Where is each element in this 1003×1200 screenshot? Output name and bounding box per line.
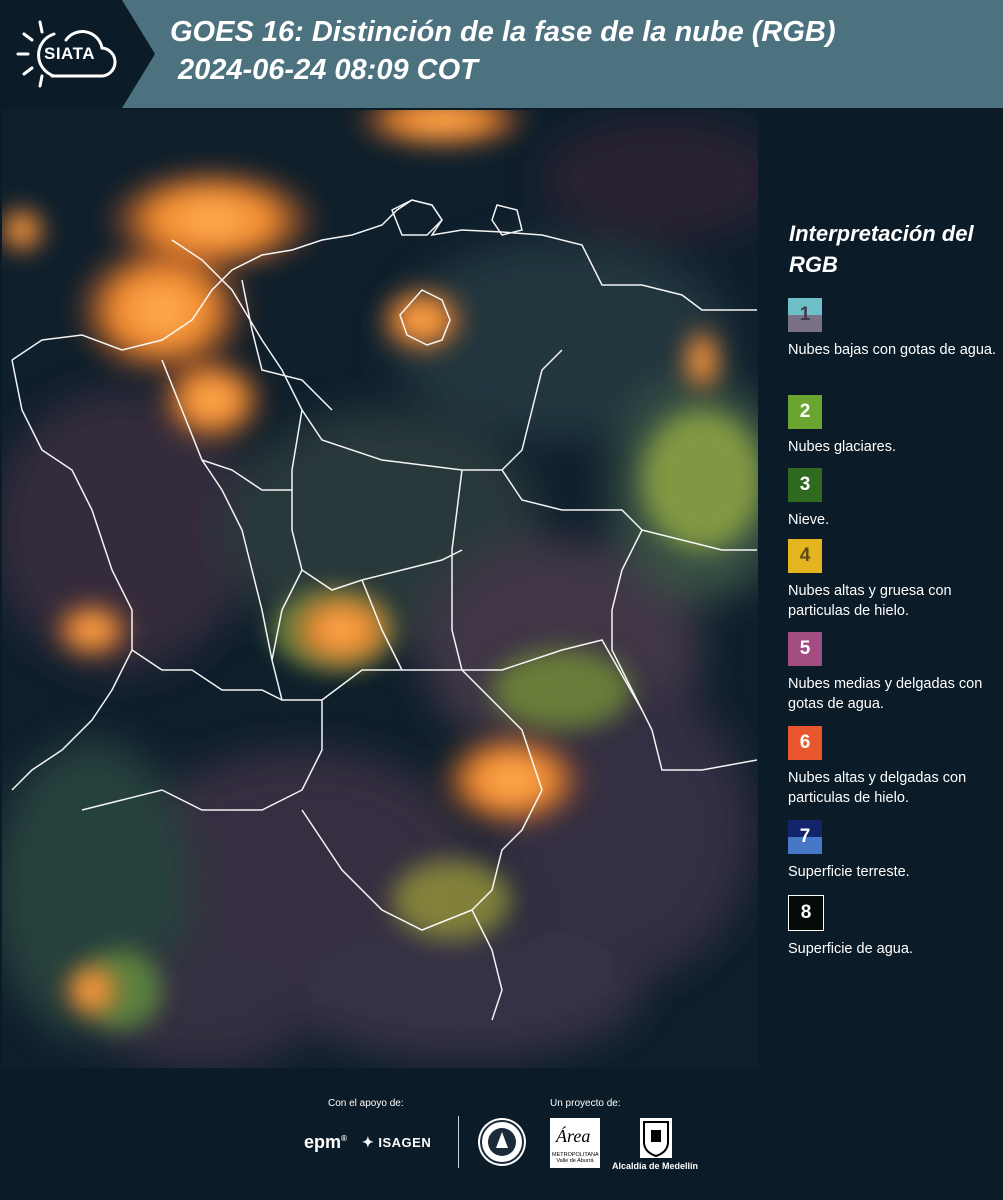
epm-text: epm [304, 1132, 342, 1152]
legend-item-3: 3 Nieve. [788, 468, 998, 530]
project-label: Un proyecto de: [550, 1098, 621, 1109]
legend-label-6: Nubes altas y delgadas con particulas de… [788, 770, 967, 806]
legend-panel: Interpretación del RGB 1 Nubes bajas con… [760, 110, 1003, 1068]
legend-item-8: 8 Superficie de agua. [788, 895, 998, 959]
legend-item-4: 4 Nubes altas y gruesa con particulas de… [788, 539, 998, 621]
legend-label-7: Superficie terreste. [788, 864, 910, 880]
legend-number-8: 8 [800, 902, 812, 923]
legend-swatch-8: 8 [788, 895, 824, 931]
shield-icon [643, 1121, 669, 1158]
legend-label-4: Nubes altas y gruesa con particulas de h… [788, 583, 952, 619]
legend-number-6: 6 [799, 732, 811, 753]
legend-number-5: 5 [799, 638, 811, 659]
alcaldia-text: Alcaldía de Medellín [612, 1161, 699, 1171]
legend-number-7: 7 [799, 826, 811, 847]
area-metropolitana-logo: Área METROPOLITANA Valle de Aburrá [550, 1118, 600, 1168]
legend-swatch-6: 6 [788, 726, 822, 760]
epm-logo: epm® [304, 1132, 347, 1152]
legend-label-3: Nieve. [788, 512, 830, 528]
legend-label-1: Nubes bajas con gotas de agua. [788, 342, 996, 358]
footer-divider [458, 1116, 459, 1168]
legend-item-6: 6 Nubes altas y delgadas con particulas … [788, 726, 998, 808]
footer: Con el apoyo de: Un proyecto de: epm® ✦ … [0, 1068, 1003, 1200]
satellite-map [2, 110, 758, 1068]
page-title: GOES 16: Distinción de la fase de la nub… [170, 16, 836, 48]
logo-text: SIATA [44, 44, 95, 63]
legend-label-8: Superficie de agua. [788, 941, 913, 957]
legend-swatch-4: 4 [788, 539, 822, 573]
siata-logo: SIATA [0, 0, 155, 108]
legend-swatch-3: 3 [788, 468, 822, 502]
legend-number-2: 2 [799, 401, 811, 422]
isagen-star-icon: ✦ [362, 1134, 375, 1150]
legend-number-1: 1 [799, 304, 811, 325]
legend-title: Interpretación del RGB [789, 221, 974, 277]
legend-item-5: 5 Nubes medias y delgadas con gotas de a… [788, 632, 998, 714]
metro-text: METROPOLITANA Valle de Aburrá [552, 1152, 599, 1164]
legend-swatch-2: 2 [788, 395, 822, 429]
legend-item-2: 2 Nubes glaciares. [788, 395, 998, 457]
legend-swatch-5: 5 [788, 632, 822, 666]
legend-swatch-1: 1 [788, 298, 822, 332]
alcaldia-shield-logo [640, 1118, 672, 1158]
metro-script: Área [555, 1125, 590, 1146]
legend-swatch-7: 7 [788, 820, 822, 854]
area-script-icon: Área [555, 1125, 590, 1146]
legend-label-5: Nubes medias y delgadas con gotas de agu… [788, 676, 983, 712]
legend-item-7: 7 Superficie terreste. [788, 820, 998, 882]
image-datetime: 2024-06-24 08:09 COT [178, 54, 478, 86]
seal-icon [480, 1120, 524, 1164]
seal-logo [478, 1118, 526, 1166]
legend-item-1: 1 Nubes bajas con gotas de agua. [788, 298, 998, 360]
legend-number-4: 4 [799, 545, 811, 566]
isagen-text: ISAGEN [378, 1135, 432, 1150]
isagen-logo: ✦ ISAGEN [362, 1134, 431, 1151]
support-label: Con el apoyo de: [328, 1098, 404, 1109]
header-bar: SIATA GOES 16: Distinción de la fase de … [0, 0, 1003, 108]
legend-label-2: Nubes glaciares. [788, 439, 896, 455]
legend-number-3: 3 [799, 474, 811, 495]
satellite-image [2, 110, 758, 1068]
